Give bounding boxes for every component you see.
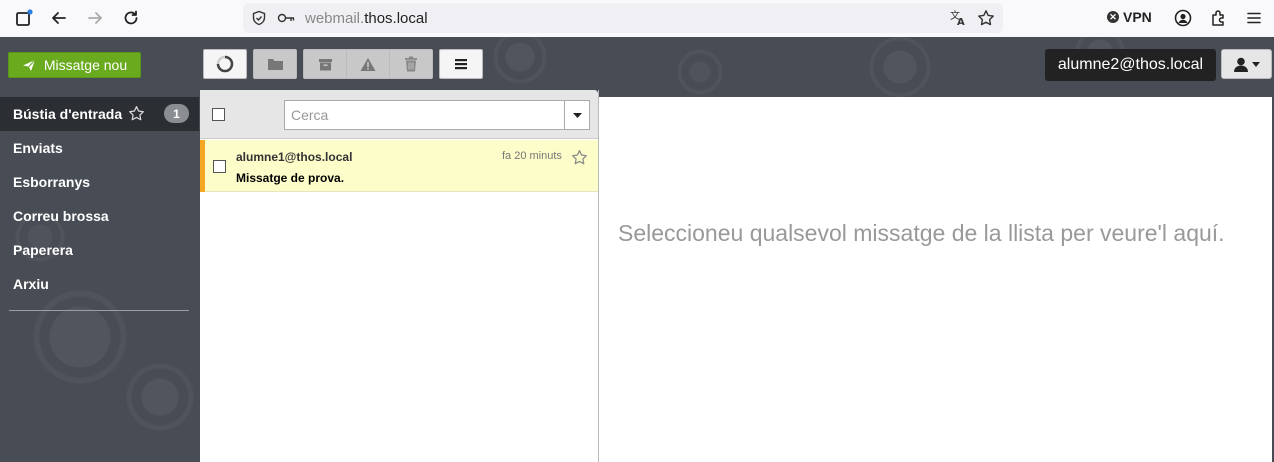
bookmark-star-icon[interactable] xyxy=(977,9,995,27)
archive-button[interactable] xyxy=(303,49,347,79)
folder-label: Correu brossa xyxy=(13,208,109,224)
url-text[interactable]: webmail.thos.local xyxy=(305,10,428,27)
svg-text:A: A xyxy=(957,17,965,27)
message-list-panel: alumne1@thos.local Missatge de prova. fa… xyxy=(200,90,598,462)
empty-preview-message: Seleccioneu qualsevol missatge de la lli… xyxy=(618,220,1225,246)
search-box xyxy=(284,100,590,130)
star-icon[interactable] xyxy=(571,149,588,171)
webmail-app: Missatge nou alumne2@thos.local Bústia d… xyxy=(0,37,1274,462)
folder-archive[interactable]: Arxiu xyxy=(0,267,199,301)
forward-icon[interactable] xyxy=(83,7,107,29)
folder-sent[interactable]: Enviats xyxy=(0,131,199,165)
user-icon xyxy=(1234,57,1248,72)
folder-drafts[interactable]: Esborranys xyxy=(0,165,199,199)
user-menu-button[interactable] xyxy=(1221,49,1272,79)
caret-down-icon xyxy=(1252,61,1260,67)
translate-icon[interactable]: 文A xyxy=(949,9,967,27)
tab-overview-icon[interactable] xyxy=(12,7,36,29)
select-all-checkbox[interactable] xyxy=(212,108,225,121)
reload-icon[interactable] xyxy=(119,7,143,29)
extensions-icon[interactable] xyxy=(1207,7,1231,29)
message-subject: Missatge de prova. xyxy=(236,171,345,185)
caret-down-icon xyxy=(572,112,582,118)
vpn-off-icon: ✕ xyxy=(1107,11,1119,23)
folder-icon xyxy=(267,59,283,70)
message-checkbox[interactable] xyxy=(213,160,226,173)
key-icon[interactable] xyxy=(277,9,295,27)
message-time: fa 20 minuts xyxy=(502,150,562,162)
folder-label: Paperera xyxy=(13,242,73,258)
account-icon[interactable] xyxy=(1171,7,1195,29)
message-list-header xyxy=(200,90,598,139)
compose-label: Missatge nou xyxy=(43,57,128,73)
browser-toolbar: webmail.thos.local 文A ✕ VPN xyxy=(0,0,1274,37)
user-email-label: alumne2@thos.local xyxy=(1045,49,1216,81)
search-input[interactable] xyxy=(285,102,561,128)
message-row[interactable]: alumne1@thos.local Missatge de prova. fa… xyxy=(200,140,598,192)
vpn-status[interactable]: ✕ VPN xyxy=(1107,9,1152,25)
message-sender: alumne1@thos.local xyxy=(236,150,353,164)
folder-inbox[interactable]: Bústia d'entrada 1 xyxy=(0,97,199,131)
folder-trash[interactable]: Paperera xyxy=(0,233,199,267)
trash-icon xyxy=(405,56,417,72)
folder-label: Arxiu xyxy=(13,276,49,292)
shield-icon[interactable] xyxy=(250,9,268,27)
favorite-star-icon[interactable] xyxy=(128,105,145,125)
address-bar[interactable]: webmail.thos.local 文A xyxy=(243,3,1003,33)
search-options-dropdown[interactable] xyxy=(564,101,589,129)
hamburger-icon xyxy=(455,59,467,70)
unread-indicator xyxy=(200,140,205,192)
archive-icon xyxy=(318,58,332,70)
folder-label: Esborranys xyxy=(13,174,91,190)
mark-spam-button[interactable] xyxy=(346,49,390,79)
back-icon[interactable] xyxy=(47,7,71,29)
send-icon xyxy=(22,59,36,71)
folder-spam[interactable]: Correu brossa xyxy=(0,199,199,233)
move-to-folder-button[interactable] xyxy=(253,49,297,79)
warning-icon xyxy=(360,57,376,71)
vpn-label: VPN xyxy=(1123,9,1152,25)
loading-spinner-icon xyxy=(216,55,234,73)
compose-button[interactable]: Missatge nou xyxy=(8,52,141,78)
sidebar-divider xyxy=(9,310,189,311)
menu-icon[interactable] xyxy=(1242,7,1266,29)
unread-count-badge: 1 xyxy=(164,104,189,123)
folder-label: Enviats xyxy=(13,140,63,156)
delete-button[interactable] xyxy=(389,49,433,79)
more-actions-button[interactable] xyxy=(439,49,483,79)
message-preview-panel: Seleccioneu qualsevol missatge de la lli… xyxy=(599,97,1272,462)
refresh-button[interactable] xyxy=(203,49,247,79)
folder-label: Bústia d'entrada xyxy=(13,106,123,122)
